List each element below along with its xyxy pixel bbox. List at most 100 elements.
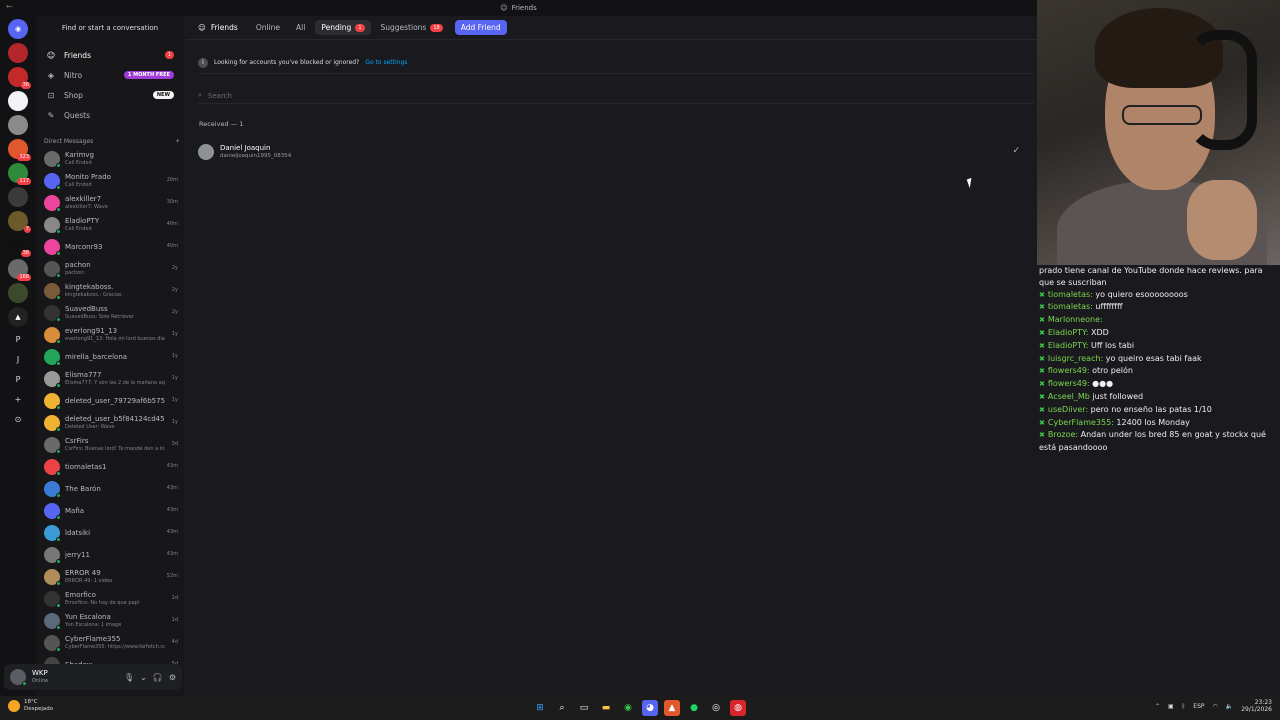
sub-badge-icon: ✖ — [1039, 354, 1045, 363]
dm-item[interactable]: The Barón 43m — [40, 478, 182, 500]
dm-time: 40m — [166, 221, 178, 227]
chrome-icon[interactable]: ◉ — [620, 700, 636, 716]
dm-time: 2y — [171, 265, 178, 271]
add-friend-button[interactable]: Add Friend — [454, 20, 507, 35]
network-icon[interactable]: ▣ — [1168, 703, 1174, 710]
dm-subtitle: CsrFirs: Buenas lord! Te mandé den a Ins… — [65, 446, 165, 452]
server-icon[interactable]: 38 — [8, 235, 31, 257]
chat-text: pero no enseño las patas 1/10 — [1088, 404, 1212, 414]
dm-item[interactable]: jerry11 43m — [40, 544, 182, 566]
dm-item[interactable]: mirella_barcelona 1y — [40, 346, 182, 368]
discord-icon[interactable]: ◕ — [642, 700, 658, 716]
dm-item[interactable]: CsrFirs CsrFirs: Buenas lord! Te mandé de… — [40, 434, 182, 456]
avatar[interactable] — [10, 669, 27, 686]
wifi-icon[interactable]: ◠ — [1213, 703, 1218, 710]
chevron-down-icon[interactable]: ⌄ — [140, 673, 147, 682]
server-icon[interactable]: 7 — [8, 211, 31, 233]
clock[interactable]: 23:23 29/1/2026 — [1241, 699, 1272, 713]
tab-all[interactable]: All — [290, 20, 311, 35]
server-icon[interactable]: 166 — [8, 259, 31, 281]
dm-name: Mafia — [65, 507, 85, 515]
accept-check-icon[interactable]: ✓ — [1012, 146, 1020, 156]
dm-item[interactable]: pachon pachon: 2y — [40, 258, 182, 280]
dm-item[interactable]: tiomaletas1 43m — [40, 456, 182, 478]
dm-item[interactable]: Monito Prado Call Ended 20m — [40, 170, 182, 192]
tab-suggestions[interactable]: Suggestions 18 — [375, 20, 449, 35]
server-icon[interactable]: 117 — [8, 163, 31, 185]
server-icon[interactable] — [8, 115, 28, 135]
tab-pending[interactable]: Pending 1 — [315, 20, 371, 35]
friend-request-row[interactable]: Daniel Joaquin danieljoaquin1995_08354 ✓ — [198, 138, 1028, 166]
server-letter-icon[interactable]: P — [8, 371, 28, 387]
dm-item[interactable]: EladioPTY Call Ended 40m — [40, 214, 182, 236]
add-dm-icon[interactable]: + — [175, 138, 180, 145]
server-icon[interactable] — [8, 43, 28, 63]
dm-item[interactable]: alexkiller7 alexkiller7: Wave 30m — [40, 192, 182, 214]
avatar — [44, 525, 61, 542]
nav-item-nitro[interactable]: ◈ Nitro 1 MONTH FREE — [40, 66, 180, 84]
gear-icon[interactable]: ⚙ — [169, 673, 176, 682]
explore-icon[interactable]: ⊙ — [8, 411, 28, 427]
chevron-up-icon[interactable]: ⌃ — [1155, 703, 1160, 710]
capture-app-icon[interactable]: ◍ — [730, 700, 746, 716]
server-icon[interactable] — [8, 91, 28, 111]
microphone-icon[interactable]: 🎙 — [124, 673, 134, 682]
chat-username: EladioPTY: — [1047, 340, 1089, 350]
server-letter-icon[interactable]: P — [8, 331, 28, 347]
server-icon[interactable]: 323 — [8, 139, 31, 161]
windows-start-icon[interactable]: ⊞ — [532, 700, 548, 716]
server-icon[interactable] — [8, 187, 28, 207]
dm-name: CyberFlame355 — [65, 635, 121, 643]
server-icon[interactable]: ▲ — [8, 307, 28, 327]
discord-home-icon[interactable]: ◉ — [8, 19, 28, 39]
go-to-settings-link[interactable]: Go to settings — [365, 59, 407, 66]
lang-indicator[interactable]: ESP — [1193, 703, 1204, 710]
weather-widget[interactable]: 18°C Despejado — [8, 699, 53, 713]
headphones-icon[interactable]: 🎧 — [153, 673, 163, 682]
chat-message: ✖ CyberFlame355: 12400 los Monday — [1037, 417, 1280, 430]
nav-item-friends[interactable]: ☺ Friends 1 — [40, 46, 180, 64]
steam-icon[interactable]: ◎ — [708, 700, 724, 716]
brave-icon[interactable]: ▲ — [664, 700, 680, 716]
dm-time: 40m — [166, 243, 178, 249]
server-icon[interactable]: 36 — [8, 67, 31, 89]
dm-item[interactable]: Karimvg Call Ended — [40, 148, 182, 170]
server-letter-icon[interactable]: J — [8, 351, 28, 367]
dm-item[interactable]: Yun Escalona Yun Escalona: 1 image 1d — [40, 610, 182, 632]
back-arrow-icon[interactable]: ← — [6, 2, 13, 11]
dm-item[interactable]: everlong91_13 everlong91_13: Hola mi lord… — [40, 324, 182, 346]
sub-badge-icon: ✖ — [1039, 380, 1045, 389]
dm-item[interactable]: SuavedBuss SuavedBuss: Sole Retriever 2y — [40, 302, 182, 324]
dm-item[interactable]: Elisma777 Elisma777: Y son las 2 de la ma… — [40, 368, 182, 390]
dm-item[interactable]: ldatsiki 43m — [40, 522, 182, 544]
avatar — [44, 195, 61, 212]
server-icon[interactable] — [8, 283, 28, 303]
spotify-icon[interactable]: ● — [686, 700, 702, 716]
nav-item-quests[interactable]: ✎ Quests — [40, 106, 180, 124]
dm-name: pachon — [65, 261, 91, 269]
find-conversation-button[interactable]: Find or start a conversation — [42, 20, 178, 36]
search-icon[interactable]: ⌕ — [554, 700, 570, 716]
file-explorer-icon[interactable]: ▬ — [598, 700, 614, 716]
dm-item[interactable]: Emorfico Emorfico: No hay de que papi 1d — [40, 588, 182, 610]
dm-time: 1y — [171, 331, 178, 337]
dm-item[interactable]: kingtekaboss. kingtekaboss.: Gracias 2y — [40, 280, 182, 302]
dm-name: Monito Prado — [65, 173, 111, 181]
chat-username: luisgrc_reach: — [1047, 353, 1104, 363]
friends-topbar: ☺ Friends Online All Pending 1 Suggestions 18… — [186, 16, 1037, 40]
task-view-icon[interactable]: ▭ — [576, 700, 592, 716]
tab-online[interactable]: Online — [250, 20, 286, 35]
dm-item[interactable]: CyberFlame355 CyberFlame355: https://www.… — [40, 632, 182, 654]
dm-item[interactable]: ERROR 49 ERROR 49: 1 video 52m — [40, 566, 182, 588]
status-dot — [56, 427, 61, 432]
dm-item[interactable]: deleted_user_79729af6b575 1y — [40, 390, 182, 412]
webcam-overlay — [1037, 0, 1280, 265]
add-server-icon[interactable]: + — [8, 391, 28, 407]
dm-item[interactable]: Mafia 43m — [40, 500, 182, 522]
nav-item-shop[interactable]: ⊡ Shop NEW — [40, 86, 180, 104]
dm-item[interactable]: deleted_user_b5f84124cd45 Deleted User: W… — [40, 412, 182, 434]
volume-icon[interactable]: 🔈 — [1226, 703, 1233, 710]
dm-item[interactable]: Marconr93 40m — [40, 236, 182, 258]
search-input[interactable]: ⌕ Search — [198, 88, 1034, 104]
bluetooth-icon[interactable]: ᛒ — [1182, 703, 1186, 710]
